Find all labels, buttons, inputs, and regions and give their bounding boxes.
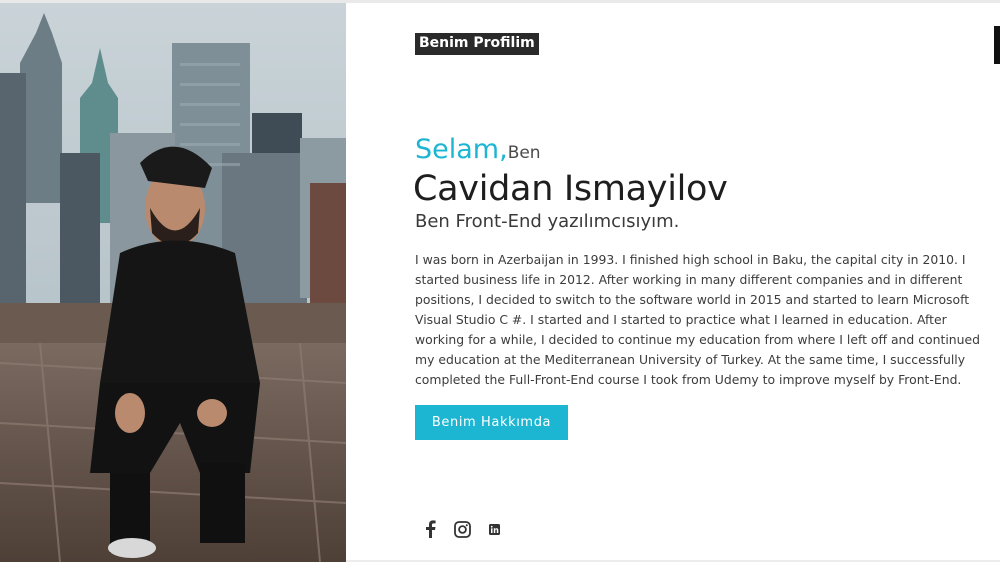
profile-section-label: Benim Profilim [415,33,539,55]
about-me-button[interactable]: Benim Hakkımda [415,405,568,440]
profile-photo [0,3,346,562]
social-links [420,518,504,540]
menu-toggle-bar[interactable] [994,26,1000,64]
instagram-icon [453,520,471,538]
person-role: Ben Front-End yazılımcısıyım. [415,211,680,232]
linkedin-icon [488,523,500,535]
linkedin-link[interactable] [484,519,504,539]
facebook-icon [426,520,436,538]
profile-page: Benim Profilim Selam,Ben Cavidan Ismayil… [0,0,1000,562]
person-name: Cavidan Ismayilov [413,169,728,209]
greeting-rest: Ben [507,143,541,163]
bio-paragraph: I was born in Azerbaijan in 1993. I fini… [415,252,980,387]
greeting-highlight: Selam, [415,134,508,165]
instagram-link[interactable] [452,519,472,539]
facebook-link[interactable] [420,519,440,539]
